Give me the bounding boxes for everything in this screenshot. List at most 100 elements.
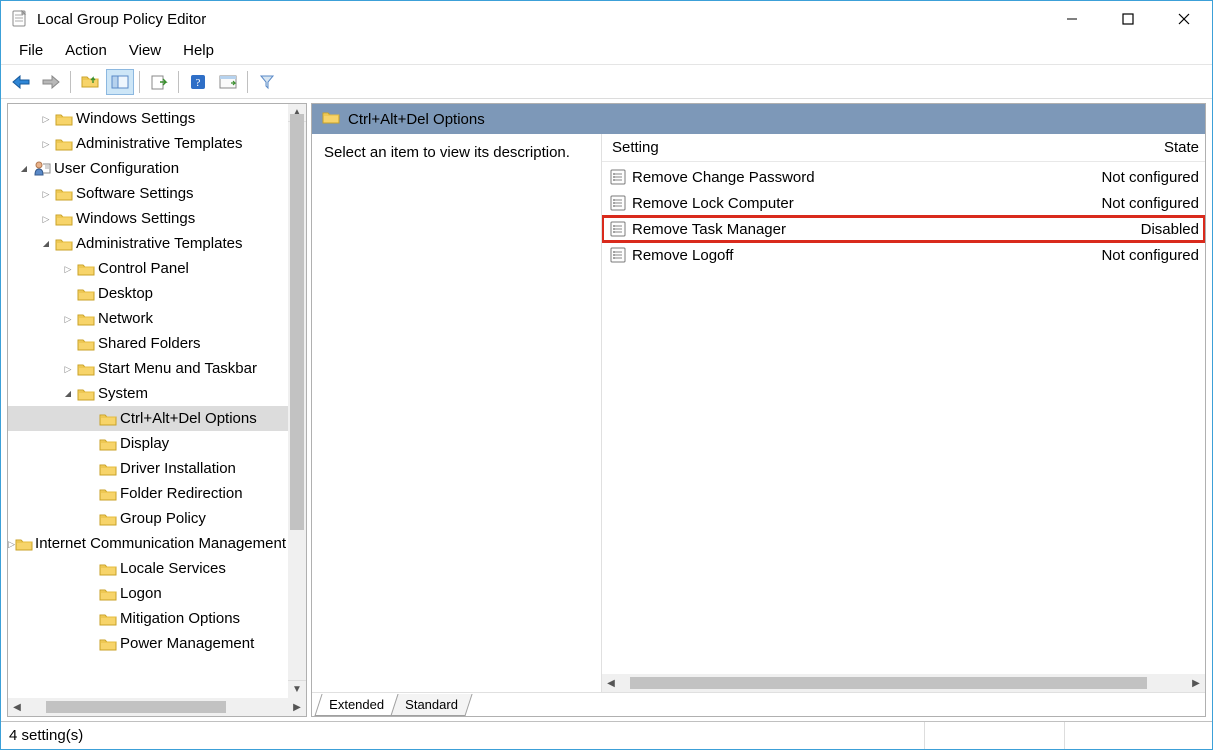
menu-help[interactable]: Help — [173, 39, 224, 62]
scroll-thumb[interactable] — [46, 701, 226, 713]
column-header-state[interactable]: State — [1085, 139, 1205, 156]
folder-icon — [76, 387, 96, 401]
toolbar-separator — [178, 71, 179, 93]
status-bar: 4 setting(s) — [1, 721, 1212, 749]
column-headers[interactable]: Setting State — [602, 134, 1205, 162]
window-controls — [1044, 1, 1212, 37]
settings-list[interactable]: Remove Change PasswordNot configuredRemo… — [602, 162, 1205, 674]
folder-icon — [76, 312, 96, 326]
details-panel: Ctrl+Alt+Del Options Select an item to v… — [311, 103, 1206, 717]
scroll-left-arrow[interactable]: ◀ — [8, 702, 26, 713]
menu-action[interactable]: Action — [55, 39, 117, 62]
tree-node[interactable]: Administrative Templates — [8, 231, 288, 256]
expand-icon[interactable] — [38, 213, 54, 225]
tree-node-label: Network — [96, 310, 153, 327]
tab-standard[interactable]: Standard — [390, 694, 472, 716]
tree-node[interactable]: Start Menu and Taskbar — [8, 356, 288, 381]
help-button[interactable]: ? — [184, 69, 212, 95]
scroll-right-arrow[interactable]: ▶ — [1187, 678, 1205, 689]
close-button[interactable] — [1156, 1, 1212, 37]
column-header-setting[interactable]: Setting — [602, 139, 1085, 156]
scroll-thumb[interactable] — [290, 114, 304, 530]
tree-node[interactable]: Logon — [8, 581, 288, 606]
folder-icon — [98, 437, 118, 451]
tree-node-label: Windows Settings — [74, 210, 195, 227]
folder-icon — [322, 110, 340, 128]
tree-node[interactable]: User Configuration — [8, 156, 288, 181]
collapse-icon[interactable] — [16, 163, 32, 175]
tree-scrollbar-vertical[interactable]: ▲ ▼ — [288, 104, 306, 698]
toolbar-separator — [139, 71, 140, 93]
expand-icon[interactable] — [60, 363, 76, 375]
expand-icon[interactable] — [60, 313, 76, 325]
tree-scrollbar-horizontal[interactable]: ◀ ▶ — [8, 698, 306, 716]
tree-node[interactable]: Windows Settings — [8, 106, 288, 131]
policy-icon — [602, 247, 628, 263]
folder-icon — [54, 187, 74, 201]
folder-icon — [98, 512, 118, 526]
folder-icon — [98, 562, 118, 576]
tree-node[interactable]: Software Settings — [8, 181, 288, 206]
tree-node[interactable]: Mitigation Options — [8, 606, 288, 631]
tree-node-label: Mitigation Options — [118, 610, 240, 627]
folder-icon — [76, 287, 96, 301]
policy-icon — [602, 195, 628, 211]
tree-node-label: Folder Redirection — [118, 485, 243, 502]
folder-icon — [98, 587, 118, 601]
expand-icon[interactable] — [8, 538, 15, 550]
menu-view[interactable]: View — [119, 39, 171, 62]
settings-scrollbar-horizontal[interactable]: ◀ ▶ — [602, 674, 1205, 692]
details-header-title: Ctrl+Alt+Del Options — [348, 111, 485, 128]
console-tree[interactable]: Windows SettingsAdministrative Templates… — [8, 104, 288, 698]
show-hide-console-tree-button[interactable] — [106, 69, 134, 95]
toolbar: ? — [1, 65, 1212, 99]
tree-node-label: Group Policy — [118, 510, 206, 527]
properties-button[interactable] — [214, 69, 242, 95]
collapse-icon[interactable] — [38, 238, 54, 250]
tree-node-label: Internet Communication Management — [33, 535, 286, 552]
tree-node[interactable]: Ctrl+Alt+Del Options — [8, 406, 288, 431]
expand-icon[interactable] — [38, 113, 54, 125]
window-frame: Local Group Policy Editor File Action Vi… — [0, 0, 1213, 750]
tree-node[interactable]: Network — [8, 306, 288, 331]
tree-node[interactable]: Locale Services — [8, 556, 288, 581]
tree-node-label: Power Management — [118, 635, 254, 652]
scroll-down-arrow[interactable]: ▼ — [288, 680, 306, 698]
tree-node[interactable]: Display — [8, 431, 288, 456]
collapse-icon[interactable] — [60, 388, 76, 400]
expand-icon[interactable] — [38, 188, 54, 200]
tree-node[interactable]: Desktop — [8, 281, 288, 306]
tree-node-label: System — [96, 385, 148, 402]
scroll-left-arrow[interactable]: ◀ — [602, 678, 620, 689]
tree-node[interactable]: Group Policy — [8, 506, 288, 531]
scroll-right-arrow[interactable]: ▶ — [288, 702, 306, 713]
tree-node[interactable]: Folder Redirection — [8, 481, 288, 506]
tree-node[interactable]: Administrative Templates — [8, 131, 288, 156]
maximize-button[interactable] — [1100, 1, 1156, 37]
export-list-button[interactable] — [145, 69, 173, 95]
tree-node[interactable]: System — [8, 381, 288, 406]
scroll-thumb[interactable] — [630, 677, 1147, 689]
menu-file[interactable]: File — [9, 39, 53, 62]
up-one-level-button[interactable] — [76, 69, 104, 95]
setting-row[interactable]: Remove Task ManagerDisabled — [602, 216, 1205, 242]
tree-node[interactable]: Internet Communication Management — [8, 531, 288, 556]
description-prompt: Select an item to view its description. — [324, 144, 570, 161]
setting-row[interactable]: Remove Change PasswordNot configured — [602, 164, 1205, 190]
tree-node[interactable]: Driver Installation — [8, 456, 288, 481]
setting-row[interactable]: Remove LogoffNot configured — [602, 242, 1205, 268]
filter-button[interactable] — [253, 69, 281, 95]
svg-text:?: ? — [196, 77, 201, 89]
nav-forward-button[interactable] — [37, 69, 65, 95]
expand-icon[interactable] — [60, 263, 76, 275]
tree-node[interactable]: Windows Settings — [8, 206, 288, 231]
expand-icon[interactable] — [38, 138, 54, 150]
tree-node[interactable]: Power Management — [8, 631, 288, 656]
tree-node[interactable]: Control Panel — [8, 256, 288, 281]
nav-back-button[interactable] — [7, 69, 35, 95]
tree-node[interactable]: Shared Folders — [8, 331, 288, 356]
minimize-button[interactable] — [1044, 1, 1100, 37]
details-header: Ctrl+Alt+Del Options — [312, 104, 1205, 134]
setting-row[interactable]: Remove Lock ComputerNot configured — [602, 190, 1205, 216]
tab-extended[interactable]: Extended — [314, 694, 398, 716]
